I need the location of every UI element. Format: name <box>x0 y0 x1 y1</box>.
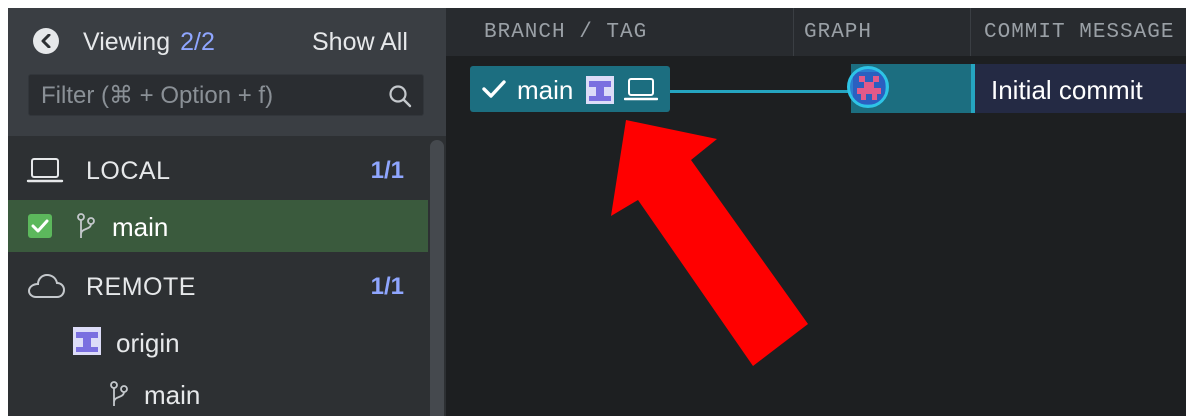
app-window: Viewing2/2 Show All LOCAL 1/1 <box>8 8 1186 416</box>
red-arrow-annotation <box>611 120 808 366</box>
